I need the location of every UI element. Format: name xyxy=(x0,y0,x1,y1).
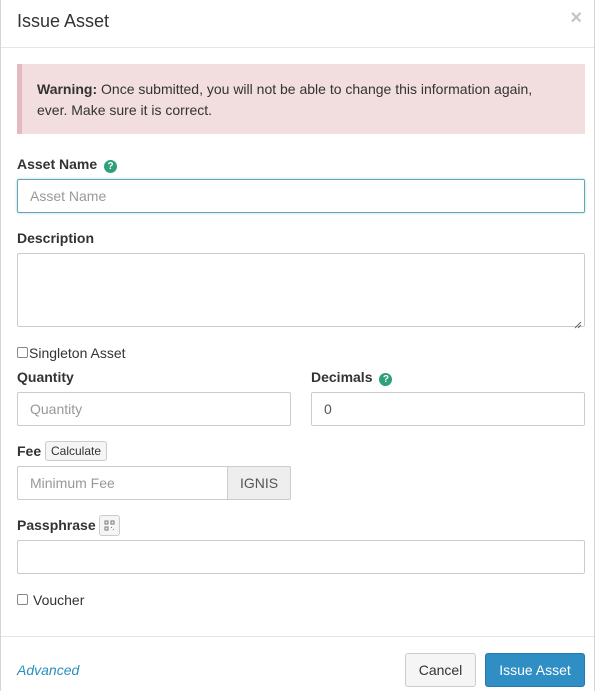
resize-grip-icon[interactable] xyxy=(574,316,582,329)
question-circle-icon[interactable]: ? xyxy=(104,160,118,173)
question-circle-icon[interactable]: ? xyxy=(379,373,393,386)
decimals-label: Decimals ? xyxy=(311,369,393,386)
asset-name-label: Asset Name ? xyxy=(17,156,118,173)
description-label: Description xyxy=(17,230,95,246)
advanced-link[interactable]: Advanced xyxy=(17,662,79,678)
asset-name-label-text: Asset Name xyxy=(17,156,98,172)
description-textarea[interactable] xyxy=(17,253,585,327)
voucher-checkbox[interactable] xyxy=(17,594,28,605)
warning-strong: Warning: xyxy=(37,81,98,97)
issue-asset-modal: Issue Asset × Warning: Once submitted, y… xyxy=(0,0,595,691)
asset-name-input[interactable] xyxy=(17,179,585,213)
close-icon[interactable]: × xyxy=(570,8,582,28)
fee-label: Fee xyxy=(17,443,42,459)
voucher-label: Voucher xyxy=(33,592,85,608)
fee-currency-addon: IGNIS xyxy=(228,466,291,500)
quantity-label: Quantity xyxy=(17,369,74,385)
singleton-checkbox[interactable] xyxy=(17,347,28,358)
cancel-button[interactable]: Cancel xyxy=(405,653,476,687)
decimals-input[interactable] xyxy=(311,392,585,426)
passphrase-label: Passphrase xyxy=(17,517,96,533)
decimals-label-text: Decimals xyxy=(311,369,373,385)
qr-code-icon[interactable] xyxy=(99,515,120,536)
passphrase-input[interactable] xyxy=(17,540,585,574)
warning-alert: Warning: Once submitted, you will not be… xyxy=(17,64,585,134)
modal-header: Issue Asset × xyxy=(1,0,594,48)
calculate-fee-button[interactable]: Calculate xyxy=(45,441,108,461)
modal-title: Issue Asset xyxy=(17,11,110,31)
quantity-input[interactable] xyxy=(17,392,291,426)
singleton-label: Singleton Asset xyxy=(29,345,126,361)
issue-asset-button[interactable]: Issue Asset xyxy=(485,653,585,687)
fee-input[interactable] xyxy=(17,466,228,500)
warning-text: Once submitted, you will not be able to … xyxy=(37,81,533,118)
